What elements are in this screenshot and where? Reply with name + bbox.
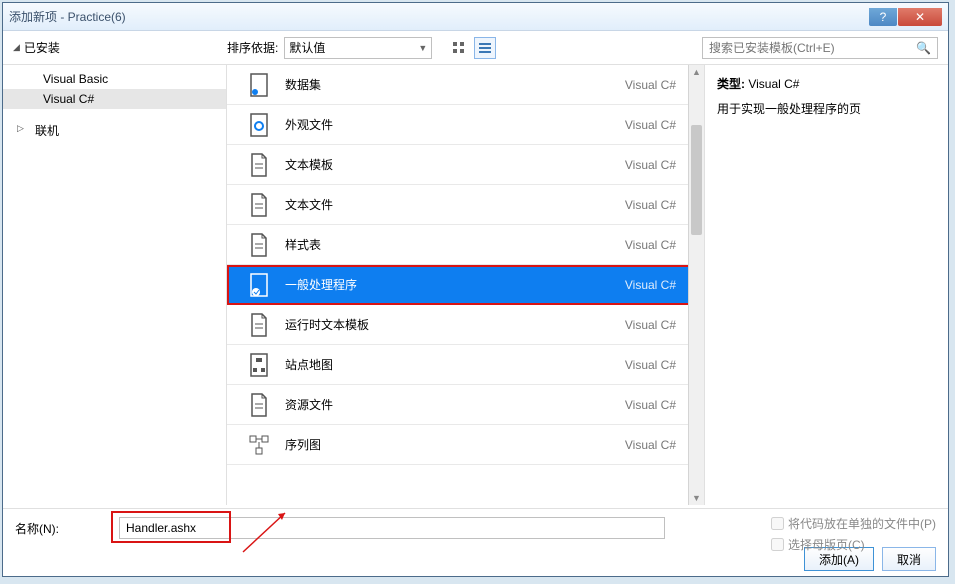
name-label: 名称(N): [15, 520, 59, 537]
category-tree: Visual Basic Visual C# ▷联机 [3, 65, 227, 505]
template-lang: Visual C# [625, 398, 676, 412]
template-label: 文本文件 [285, 196, 625, 213]
template-item[interactable]: 资源文件Visual C# [227, 385, 694, 425]
search-icon: 🔍 [916, 41, 931, 55]
template-label: 文本模板 [285, 156, 625, 173]
collapse-icon[interactable]: ◢ [13, 42, 20, 53]
template-lang: Visual C# [625, 278, 676, 292]
description-text: 用于实现一般处理程序的页 [717, 100, 936, 117]
close-button[interactable]: ✕ [898, 8, 942, 26]
separate-file-checkbox [771, 517, 784, 530]
search-input[interactable] [709, 41, 912, 55]
template-item[interactable]: 数据集Visual C# [227, 65, 694, 105]
template-label: 样式表 [285, 236, 625, 253]
sidebar-item-vb[interactable]: Visual Basic [3, 69, 226, 89]
sidebar-item-online[interactable]: ▷联机 [3, 119, 226, 142]
sort-value: 默认值 [289, 39, 325, 56]
handler-icon [245, 271, 273, 299]
doc-icon [245, 151, 273, 179]
view-icons-button[interactable] [448, 37, 470, 59]
template-item[interactable]: 站点地图Visual C# [227, 345, 694, 385]
type-line: 类型: Visual C# [717, 75, 936, 92]
template-label: 一般处理程序 [285, 276, 625, 293]
template-label: 运行时文本模板 [285, 316, 625, 333]
toolbar: ◢ 已安装 排序依据: 默认值 ▼ 🔍 [3, 31, 948, 65]
scrollbar[interactable]: ▲ ▼ [688, 65, 704, 505]
template-label: 站点地图 [285, 356, 625, 373]
master-page-checkbox [771, 538, 784, 551]
separate-file-check: 将代码放在单独的文件中(P) [771, 515, 936, 532]
template-item[interactable]: 样式表Visual C# [227, 225, 694, 265]
dataset-icon [245, 71, 273, 99]
scroll-down-icon[interactable]: ▼ [692, 493, 701, 503]
template-lang: Visual C# [625, 158, 676, 172]
template-lang: Visual C# [625, 238, 676, 252]
template-lang: Visual C# [625, 118, 676, 132]
doc-icon [245, 231, 273, 259]
dialog-window: 添加新项 - Practice(6) ? ✕ ◢ 已安装 排序依据: 默认值 ▼ [2, 2, 949, 577]
window-title: 添加新项 - Practice(6) [9, 8, 869, 25]
sitemap-icon [245, 351, 273, 379]
title-bar: 添加新项 - Practice(6) ? ✕ [3, 3, 948, 31]
template-lang: Visual C# [625, 358, 676, 372]
template-item[interactable]: 文本文件Visual C# [227, 185, 694, 225]
sort-label: 排序依据: [227, 39, 278, 56]
grid-icon [452, 41, 466, 55]
scroll-up-icon[interactable]: ▲ [692, 67, 701, 77]
template-item[interactable]: 一般处理程序Visual C# [227, 265, 694, 305]
chevron-right-icon: ▷ [17, 123, 24, 134]
master-page-check: 选择母版页(C) [771, 536, 936, 553]
name-input[interactable] [119, 517, 665, 539]
template-label: 资源文件 [285, 396, 625, 413]
doc-icon [245, 391, 273, 419]
template-lang: Visual C# [625, 78, 676, 92]
chevron-down-icon: ▼ [418, 43, 427, 53]
template-item[interactable]: 外观文件Visual C# [227, 105, 694, 145]
template-label: 外观文件 [285, 116, 625, 133]
installed-header[interactable]: 已安装 [24, 39, 60, 56]
bottom-panel: 名称(N): 将代码放在单独的文件中(P) 选择母版页(C) 添加(A) 取消 [3, 508, 948, 576]
sidebar-item-csharp[interactable]: Visual C# [3, 89, 226, 109]
template-item[interactable]: 序列图Visual C# [227, 425, 694, 465]
sort-combo[interactable]: 默认值 ▼ [284, 37, 432, 59]
skin-icon [245, 111, 273, 139]
diagram-icon [245, 431, 273, 459]
template-lang: Visual C# [625, 198, 676, 212]
search-box[interactable]: 🔍 [702, 37, 938, 59]
details-panel: 类型: Visual C# 用于实现一般处理程序的页 [704, 65, 948, 505]
template-item[interactable]: 文本模板Visual C# [227, 145, 694, 185]
template-lang: Visual C# [625, 438, 676, 452]
doc-icon [245, 311, 273, 339]
scrollbar-thumb[interactable] [691, 125, 702, 235]
list-icon [478, 41, 492, 55]
template-lang: Visual C# [625, 318, 676, 332]
template-label: 数据集 [285, 76, 625, 93]
template-item[interactable]: 运行时文本模板Visual C# [227, 305, 694, 345]
template-label: 序列图 [285, 436, 625, 453]
view-list-button[interactable] [474, 37, 496, 59]
doc-icon [245, 191, 273, 219]
help-button[interactable]: ? [869, 8, 897, 26]
template-list: 数据集Visual C#外观文件Visual C#文本模板Visual C#文本… [227, 65, 704, 505]
